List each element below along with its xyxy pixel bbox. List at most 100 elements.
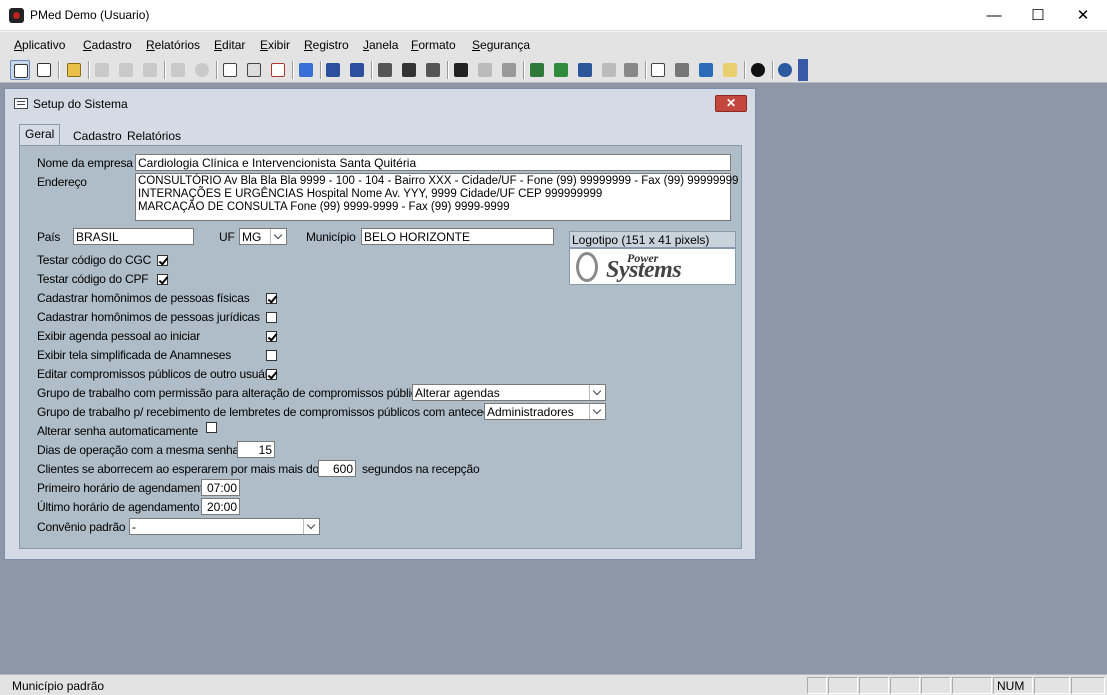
advanced-filter-icon[interactable]	[423, 60, 443, 80]
open-folder-icon[interactable]	[64, 60, 84, 80]
checkbox-testar-cgc[interactable]	[157, 255, 168, 266]
minimize-button[interactable]: —	[971, 0, 1017, 31]
endereco-textarea[interactable]: CONSULTÓRIO Av Bla Bla Bla 9999 - 100 - …	[135, 173, 738, 221]
filter-icon[interactable]	[399, 60, 419, 80]
app-icon	[9, 8, 24, 23]
tab-panel-geral: Nome da empresa Cardiologia Clínica e In…	[19, 145, 742, 549]
checkbox-homonimos-fisicas[interactable]	[266, 293, 277, 304]
sort-ascending-icon[interactable]	[323, 60, 343, 80]
grupo-lembretes-select[interactable]: Administradores	[484, 403, 606, 420]
window-titlebar: PMed Demo (Usuario) — ☐ ✕	[0, 0, 1107, 31]
report-icon[interactable]	[268, 60, 288, 80]
empresa-label: Nome da empresa	[37, 156, 133, 170]
find-next-icon[interactable]	[475, 60, 495, 80]
uf-select[interactable]: MG	[239, 228, 287, 245]
menu-seguranca[interactable]: Segurança	[472, 38, 530, 52]
toolbar-overflow-button[interactable]	[798, 59, 808, 81]
dias-input[interactable]: 15	[237, 441, 275, 458]
menu-exibir[interactable]: Exibir	[260, 38, 290, 52]
status-pane	[828, 677, 858, 694]
help-icon[interactable]	[748, 60, 768, 80]
dialog-close-button[interactable]: ✕	[715, 95, 747, 112]
municipio-label: Município	[306, 230, 356, 244]
checkbox-alterar-senha[interactable]	[206, 422, 217, 433]
grupo-alteracao-select[interactable]: Alterar agendas	[412, 384, 606, 401]
logo-i-mark	[576, 252, 598, 282]
chevron-down-icon[interactable]	[589, 385, 605, 400]
clientes-input[interactable]: 600	[318, 460, 356, 477]
delete-record-icon[interactable]	[168, 60, 188, 80]
checkbox-agenda-pessoal[interactable]	[266, 331, 277, 342]
close-window-button[interactable]: ✕	[1060, 0, 1106, 31]
mail-icon[interactable]	[599, 60, 619, 80]
form-view-icon[interactable]	[10, 60, 30, 80]
status-pane	[921, 677, 951, 694]
grupo-lembretes-label: Grupo de trabalho p/ recebimento de lemb…	[37, 405, 518, 419]
paste-icon[interactable]	[140, 60, 160, 80]
export-icon[interactable]	[527, 60, 547, 80]
checkbox-compromissos[interactable]	[266, 369, 277, 380]
checkbox-homonimos-juridicas[interactable]	[266, 312, 277, 323]
alterar-senha-label: Alterar senha automaticamente	[37, 424, 198, 438]
chevron-down-icon[interactable]	[303, 519, 319, 534]
check-label-cpf: Testar código do CPF	[37, 272, 149, 286]
excel-icon[interactable]	[551, 60, 571, 80]
ultimo-horario-input[interactable]: 20:00	[201, 498, 240, 515]
find-icon[interactable]	[451, 60, 471, 80]
tab-strip: Geral Cadastro Relatórios	[19, 124, 742, 146]
menu-cadastro[interactable]: Cadastro	[83, 38, 132, 52]
menu-editar[interactable]: Editar	[214, 38, 245, 52]
menu-registro[interactable]: Registro	[304, 38, 349, 52]
merge-icon[interactable]	[621, 60, 641, 80]
tab-cadastro[interactable]: Cadastro	[67, 126, 128, 145]
menu-aplicativo[interactable]: Aplicativo	[14, 38, 65, 52]
tab-geral[interactable]: Geral	[19, 124, 61, 146]
copy-icon[interactable]	[116, 60, 136, 80]
note-icon[interactable]	[720, 60, 740, 80]
checkbox-testar-cpf[interactable]	[157, 274, 168, 285]
menu-formato[interactable]: Formato	[411, 38, 456, 52]
convenio-select[interactable]: -	[129, 518, 320, 535]
clientes-label: Clientes se aborrecem ao esperarem por m…	[37, 462, 342, 476]
menu-bar: Aplicativo Cadastro Relatórios Editar Ex…	[0, 31, 1107, 57]
replace-icon[interactable]	[499, 60, 519, 80]
check-label-compromissos: Editar compromissos públicos de outro us…	[37, 367, 278, 381]
print-preview-icon[interactable]	[220, 60, 240, 80]
word-icon[interactable]	[575, 60, 595, 80]
run-icon[interactable]	[696, 60, 716, 80]
status-text: Município padrão	[12, 679, 105, 693]
sort-descending-icon[interactable]	[347, 60, 367, 80]
grupo-alteracao-label: Grupo de trabalho com permissão para alt…	[37, 386, 430, 400]
status-pane	[859, 677, 889, 694]
cut-icon[interactable]	[92, 60, 112, 80]
primeiro-horario-input[interactable]: 07:00	[201, 479, 240, 496]
setup-dialog: Setup do Sistema ✕ Geral Cadastro Relató…	[4, 88, 756, 560]
dialog-titlebar: Setup do Sistema ✕	[5, 89, 755, 117]
check-label-anamneses: Exibir tela simplificada de Anamneses	[37, 348, 232, 362]
municipio-input[interactable]: BELO HORIZONTE	[361, 228, 554, 245]
menu-relatorios[interactable]: Relatórios	[146, 38, 200, 52]
chevron-down-icon[interactable]	[270, 229, 286, 244]
ultimo-horario-label: Último horário de agendamento	[37, 500, 200, 514]
pais-input[interactable]: BRASIL	[73, 228, 194, 245]
book-icon[interactable]	[648, 60, 668, 80]
spell-check-icon[interactable]	[296, 60, 316, 80]
logo-image[interactable]: Power Systems	[569, 248, 736, 285]
calculator-icon[interactable]	[672, 60, 692, 80]
maximize-button[interactable]: ☐	[1015, 0, 1061, 31]
chevron-down-icon[interactable]	[589, 404, 605, 419]
status-pane	[807, 677, 827, 694]
checkbox-anamneses[interactable]	[266, 350, 277, 361]
grid-view-icon[interactable]	[34, 60, 54, 80]
status-pane	[1071, 677, 1105, 694]
print-icon[interactable]	[244, 60, 264, 80]
logotipo-box: Logotipo (151 x 41 pixels) Power Systems	[569, 231, 736, 286]
menu-janela[interactable]: Janela	[363, 38, 398, 52]
undo-icon[interactable]	[775, 60, 795, 80]
tab-relatorios[interactable]: Relatórios	[121, 126, 187, 145]
convenio-label: Convênio padrão	[37, 520, 126, 534]
attach-icon[interactable]	[192, 60, 212, 80]
filter-by-selection-icon[interactable]	[375, 60, 395, 80]
empresa-input[interactable]: Cardiologia Clínica e Intervencionista S…	[135, 154, 731, 171]
status-bar: Município padrão NUM	[0, 674, 1107, 695]
